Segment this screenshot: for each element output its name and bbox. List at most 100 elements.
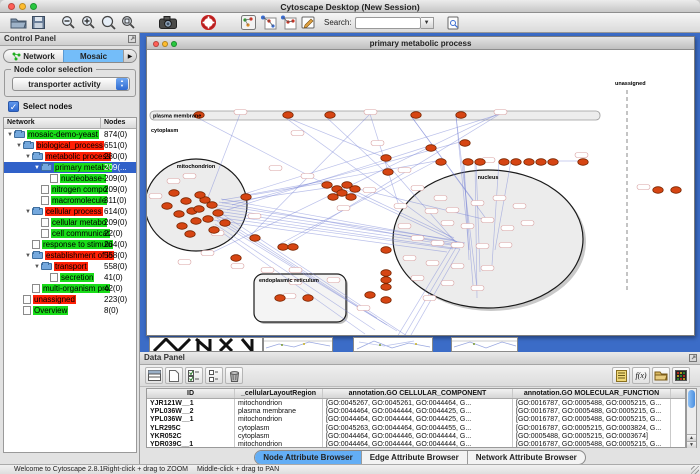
attribute-table-button[interactable] [145,367,163,384]
snapshot-camera-button[interactable] [158,14,178,32]
tree-row-secretion[interactable]: secretion41(0) [4,272,136,283]
node-label-pill[interactable] [201,251,214,256]
graph-node[interactable] [207,202,217,209]
node-label-pill[interactable] [149,194,162,199]
node-label-pill[interactable] [394,204,407,209]
table-scrollbar[interactable]: ▲ ▼ [686,388,697,448]
node-label-pill[interactable] [501,226,514,231]
node-label-pill[interactable] [513,204,526,209]
graph-node[interactable] [169,190,179,197]
graph-node[interactable] [411,112,421,119]
node-label-pill[interactable] [481,218,494,223]
save-session-button[interactable] [28,14,48,32]
node-label-pill[interactable] [441,221,454,226]
node-label-pill[interactable] [403,256,416,261]
node-label-pill[interactable] [337,206,350,211]
graph-node[interactable] [436,159,446,166]
graph-node[interactable] [475,159,485,166]
node-label-pill[interactable] [269,166,282,171]
tree-expander-icon[interactable]: ▼ [33,264,41,270]
node-label-pill[interactable] [493,196,506,201]
node-label-pill[interactable] [575,153,588,158]
graph-node[interactable] [346,194,356,201]
node-label-pill[interactable] [234,110,247,115]
node-label-pill[interactable] [327,278,340,283]
tree-expander-icon[interactable]: ▼ [6,132,14,138]
scrollbar-thumb[interactable] [688,390,695,408]
graph-node[interactable] [426,145,436,152]
scroll-up-button[interactable]: ▲ [687,434,696,441]
node-label-pill[interactable] [451,243,464,248]
import-attributes-button[interactable] [652,367,670,384]
graph-node[interactable] [499,159,509,166]
tree-row-establishment-of-lo[interactable]: ▼establishment of lo558(0) [4,250,136,261]
node-label-pill[interactable] [411,236,424,241]
zoom-in-button[interactable] [78,14,98,32]
float-panel-icon[interactable] [689,354,697,362]
node-label-pill[interactable] [425,209,438,214]
graph-node[interactable] [337,190,347,197]
delete-attribute-button[interactable] [225,367,243,384]
tree-row-transport[interactable]: ▼transport558(0) [4,261,136,272]
node-label-pill[interactable] [364,110,377,115]
node-label-pill[interactable] [481,266,494,271]
node-label-pill[interactable] [178,260,191,265]
column-header[interactable]: _cellularLayoutRegion [235,389,323,398]
tab-network[interactable]: Network [4,50,63,62]
tree-expander-icon[interactable]: ▼ [15,143,23,149]
tab-mosaic[interactable]: Mosaic [63,50,123,62]
tree-row-nucleobase-[interactable]: nucleobase-209(0) [4,173,136,184]
graph-node[interactable] [185,231,195,238]
node-label-pill[interactable] [431,241,444,246]
tab-network-attribute-browser[interactable]: Network Attribute Browser [468,451,585,464]
graph-node[interactable] [456,112,466,119]
node-label-pill[interactable] [426,261,439,266]
resize-grip[interactable] [691,466,699,474]
graph-node[interactable] [288,244,298,251]
graph-node[interactable] [195,192,205,199]
graph-node[interactable] [213,210,223,217]
graph-node[interactable] [177,223,187,230]
graph-node[interactable] [174,211,184,218]
node-label-pill[interactable] [471,286,484,291]
annotations-button[interactable] [298,14,318,32]
node-label-pill[interactable] [423,296,436,301]
network-view-window[interactable]: primary metabolic process plasma membran… [146,36,695,336]
graph-node[interactable] [275,295,285,302]
graph-node[interactable] [536,159,546,166]
tree-column-network[interactable]: Network [4,118,101,128]
zoom-out-button[interactable] [58,14,78,32]
node-label-pill[interactable] [363,188,376,193]
node-label-pill[interactable] [398,168,411,173]
graph-node[interactable] [548,159,558,166]
graph-node[interactable] [303,295,313,302]
graph-node[interactable] [350,186,360,193]
graph-node[interactable] [209,227,219,234]
select-nodes-checkbox[interactable]: ✓ [8,101,19,112]
tree-row-nitrogen-compo[interactable]: nitrogen compo209(0) [4,184,136,195]
tree-row-primary-metabo[interactable]: ▼primary metabo209(... [4,162,136,173]
node-label-pill[interactable] [261,268,274,273]
node-label-pill[interactable] [521,221,534,226]
layout-button[interactable] [238,14,258,32]
graph-node[interactable] [463,159,473,166]
graph-node[interactable] [231,255,241,262]
tab-node-attribute-browser[interactable]: Node Attribute Browser [255,451,362,464]
tree-expander-icon[interactable]: ▼ [24,253,32,259]
search-input[interactable] [355,17,421,29]
node-label-pill[interactable] [411,186,424,191]
column-header[interactable]: annotation.GO MOLECULAR_FUNCTION [513,389,671,398]
node-label-pill[interactable] [167,179,180,184]
network-window-titlebar[interactable]: primary metabolic process [147,37,694,50]
tree-expander-icon[interactable]: ▼ [24,154,32,160]
background-window-fragment[interactable] [353,337,433,352]
open-session-button[interactable] [8,14,28,32]
unselect-attributes-button[interactable] [205,367,223,384]
tree-column-nodes[interactable]: Nodes [101,118,128,128]
graph-node[interactable] [278,244,288,251]
compare-networks-icon-button[interactable] [278,14,298,32]
node-label-pill[interactable] [289,268,302,273]
graph-node[interactable] [524,159,534,166]
graph-node[interactable] [511,159,521,166]
graph-node[interactable] [653,187,663,194]
